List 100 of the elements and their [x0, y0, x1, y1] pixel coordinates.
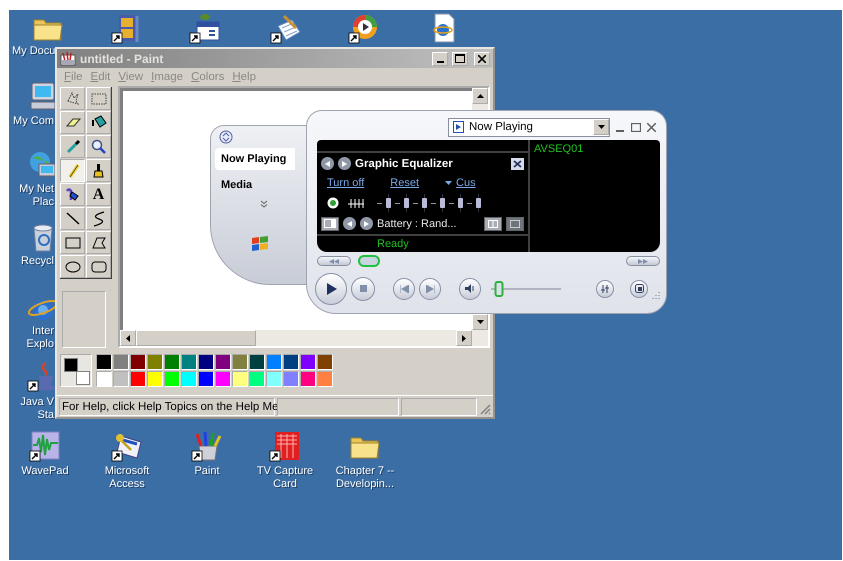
palette-color[interactable] — [300, 354, 316, 370]
minimize-button[interactable] — [432, 52, 448, 66]
polygon-tool-button[interactable] — [86, 231, 111, 254]
palette-color[interactable] — [198, 371, 214, 387]
rectangle-tool-button[interactable] — [60, 231, 85, 254]
previous-button[interactable] — [393, 278, 415, 300]
palette-color[interactable] — [130, 371, 146, 387]
fast-forward-button[interactable] — [626, 256, 660, 266]
palette-color[interactable] — [283, 354, 299, 370]
playlist-toggle-button[interactable] — [484, 216, 502, 230]
palette-color[interactable] — [198, 354, 214, 370]
scroll-down-icon[interactable] — [476, 320, 484, 324]
view-dropdown[interactable]: Now Playing — [448, 118, 610, 136]
media-player-icon[interactable] — [348, 12, 380, 44]
maximize-button[interactable] — [452, 52, 468, 66]
equalizer-link[interactable]: Reset — [390, 176, 420, 188]
palette-color[interactable] — [266, 354, 282, 370]
skin-mode-button[interactable] — [630, 280, 648, 298]
equalizer-link[interactable]: Turn off — [327, 176, 364, 188]
palette-color[interactable] — [96, 371, 112, 387]
palette-color[interactable] — [317, 371, 333, 387]
nav-tab[interactable]: Media — [215, 174, 295, 196]
palette-color[interactable] — [113, 371, 129, 387]
equalizer-preset-icon[interactable] — [347, 197, 365, 209]
palette-color[interactable] — [181, 354, 197, 370]
volume-thumb[interactable] — [494, 280, 504, 296]
text-tool-button[interactable]: A — [86, 183, 111, 206]
palette-color[interactable] — [215, 354, 231, 370]
rounded-rectangle-tool-button[interactable] — [86, 255, 111, 278]
equalizer-link[interactable]: Cus — [456, 176, 476, 188]
desktop-icon-label[interactable]: Recycl — [12, 255, 54, 268]
previous-effect-button[interactable] — [321, 157, 334, 170]
palette-color[interactable] — [164, 354, 180, 370]
palette-color[interactable] — [249, 354, 265, 370]
palette-color[interactable] — [317, 354, 333, 370]
palette-color[interactable] — [113, 354, 129, 370]
palette-color[interactable] — [266, 371, 282, 387]
seek-thumb[interactable] — [358, 255, 380, 267]
scroll-left-icon[interactable] — [126, 334, 130, 342]
scroll-up-icon[interactable] — [476, 94, 484, 98]
grid-document-icon[interactable] — [269, 430, 301, 462]
media-info-button[interactable] — [506, 216, 524, 230]
desktop-icon-label[interactable]: Inter Explo — [12, 325, 54, 351]
palette-color[interactable] — [130, 354, 146, 370]
desktop-icon-label[interactable]: TV Capture Card — [245, 465, 325, 491]
switch-mode-icon[interactable] — [219, 130, 233, 144]
band-thumb[interactable] — [404, 198, 409, 208]
eraser-tool-button[interactable] — [60, 111, 85, 134]
band-thumb[interactable] — [476, 198, 481, 208]
palette-color[interactable] — [96, 354, 112, 370]
next-preset-button[interactable] — [360, 217, 373, 230]
desktop-icon-label[interactable]: Paint — [167, 465, 247, 478]
rewind-button[interactable] — [317, 256, 351, 266]
calendar-icon[interactable] — [189, 12, 221, 44]
band-thumb[interactable] — [422, 198, 427, 208]
palette-color[interactable] — [283, 371, 299, 387]
desktop-icon-label[interactable]: Java V Sta — [12, 396, 54, 422]
play-button[interactable] — [315, 272, 347, 304]
notepad-icon[interactable] — [270, 12, 302, 44]
palette-color[interactable] — [249, 371, 265, 387]
desktop-icon-label[interactable]: Chapter 7 -- Developin... — [325, 465, 405, 491]
free-select-tool-button[interactable] — [60, 87, 85, 110]
palette-color[interactable] — [215, 371, 231, 387]
palette-color[interactable] — [232, 354, 248, 370]
band-thumb[interactable] — [440, 198, 445, 208]
resize-grip-icon[interactable] — [479, 403, 491, 415]
desktop-icon-label[interactable]: My Com — [12, 115, 54, 128]
desktop-icon-label[interactable]: My Docu — [12, 45, 58, 58]
caret-icon[interactable] — [445, 180, 452, 184]
background-color-swatch[interactable] — [76, 371, 90, 385]
palette-color[interactable] — [147, 354, 163, 370]
paint-cup-icon[interactable] — [191, 430, 223, 462]
curve-tool-button[interactable] — [86, 207, 111, 230]
palette-color[interactable] — [147, 371, 163, 387]
next-effect-button[interactable] — [338, 157, 351, 170]
resize-grip-icon[interactable] — [652, 291, 660, 299]
nav-tab[interactable]: Now Playing — [215, 148, 295, 170]
scroll-right-icon[interactable] — [462, 334, 466, 342]
desktop-icon-label[interactable]: Microsoft Access — [87, 465, 167, 491]
dropdown-caret-icon[interactable] — [598, 125, 604, 129]
desktop-icon-label[interactable]: WavePad — [9, 465, 85, 478]
desktop-icon-label[interactable]: My Net Plac — [12, 183, 54, 209]
brush-tool-button[interactable] — [86, 159, 111, 182]
palette-color[interactable] — [300, 371, 316, 387]
equalizer-button[interactable] — [596, 280, 614, 298]
maximize-icon[interactable] — [631, 122, 641, 132]
stop-button[interactable] — [351, 276, 375, 300]
mute-button[interactable] — [459, 278, 481, 300]
next-button[interactable] — [419, 278, 441, 300]
close-icon[interactable] — [511, 158, 524, 170]
foreground-color-swatch[interactable] — [64, 358, 78, 372]
paint-app-icon[interactable] — [60, 51, 76, 66]
horizontal-scrollbar[interactable] — [120, 330, 488, 346]
enable-radio[interactable] — [327, 197, 339, 209]
ellipse-tool-button[interactable] — [60, 255, 85, 278]
playlist-item[interactable]: AVSEQ01 — [534, 143, 656, 155]
previous-preset-button[interactable] — [343, 217, 356, 230]
airbrush-tool-button[interactable] — [60, 183, 85, 206]
magnifier-tool-button[interactable] — [86, 135, 111, 158]
select-tool-button[interactable] — [86, 87, 111, 110]
